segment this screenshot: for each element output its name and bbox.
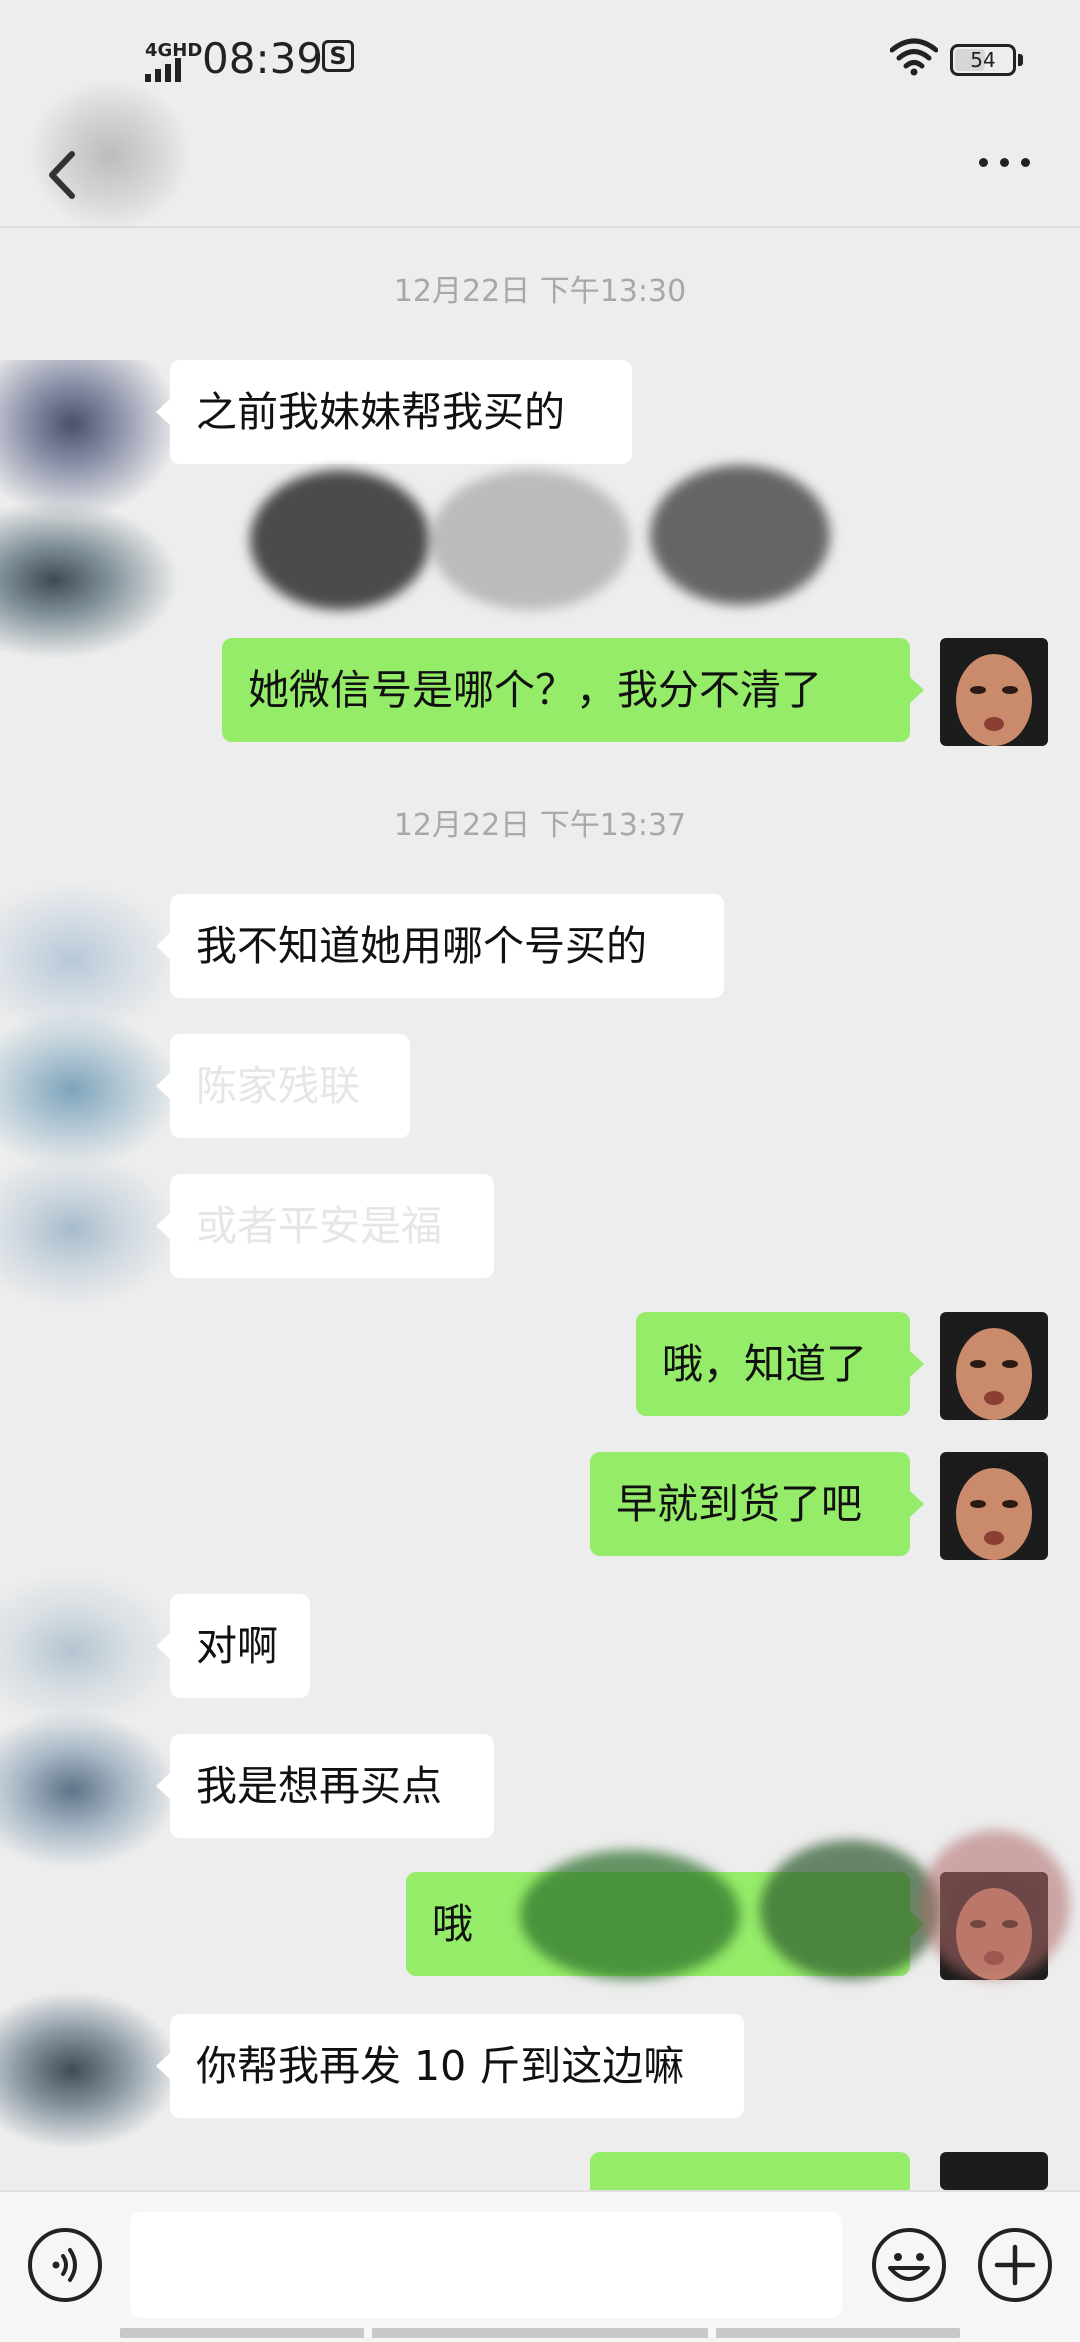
redaction-scribble xyxy=(650,465,830,605)
message-bubble-outgoing-partial[interactable] xyxy=(590,2152,924,2218)
contact-avatar[interactable] xyxy=(0,1710,180,1870)
message-bubble-outgoing[interactable]: 她微信号是哪个？，我分不清了 xyxy=(222,638,924,742)
contact-avatar[interactable] xyxy=(0,360,180,520)
message-bubble-incoming[interactable]: 之前我妹妹帮我买的 xyxy=(156,360,632,464)
message-bubble-incoming[interactable]: 你帮我再发 10 斤到这边嘛 xyxy=(156,2014,744,2118)
my-avatar[interactable] xyxy=(940,1452,1048,1560)
message-bubble-incoming[interactable]: 陈家残联 xyxy=(156,1034,410,1138)
message-bubble-incoming[interactable]: 对啊 xyxy=(156,1594,310,1698)
message-bubble-incoming[interactable]: 我是想再买点 xyxy=(156,1734,494,1838)
plus-icon[interactable] xyxy=(978,2228,1052,2302)
message-input[interactable] xyxy=(130,2212,842,2318)
chat-timestamp: 12月22日 下午13:30 xyxy=(393,274,687,309)
wifi-icon xyxy=(890,38,938,76)
emoji-icon[interactable] xyxy=(872,2228,946,2302)
more-dots-icon[interactable] xyxy=(975,146,1035,176)
contact-avatar[interactable] xyxy=(0,500,180,660)
redaction-scribble xyxy=(920,1830,1070,1980)
chevron-left-icon[interactable] xyxy=(30,140,100,210)
redaction-scribble xyxy=(430,470,630,610)
message-bubble-incoming[interactable]: 我不知道她用哪个号买的 xyxy=(156,894,724,998)
status-time: 08:39 xyxy=(202,34,324,83)
contact-avatar[interactable] xyxy=(0,1010,180,1170)
redaction-scribble xyxy=(520,1850,740,1980)
message-bubble-outgoing[interactable]: 哦，知道了 xyxy=(636,1312,924,1416)
navigation-bar xyxy=(0,2328,1080,2340)
battery-tip xyxy=(1018,54,1023,66)
contact-avatar[interactable] xyxy=(0,1990,180,2150)
my-avatar[interactable] xyxy=(940,1312,1048,1420)
my-avatar[interactable] xyxy=(940,2152,1048,2190)
contact-avatar[interactable] xyxy=(0,1570,180,1730)
redaction-scribble xyxy=(250,470,430,610)
notification-icon: S xyxy=(322,40,354,72)
message-bubble-outgoing[interactable]: 早就到货了吧 xyxy=(590,1452,924,1556)
signal-icon xyxy=(145,58,189,82)
my-avatar[interactable] xyxy=(940,638,1048,746)
chat-timestamp: 12月22日 下午13:37 xyxy=(393,808,687,843)
battery-icon: 54 xyxy=(950,44,1016,76)
battery-level: 54 xyxy=(970,48,996,72)
contact-avatar[interactable] xyxy=(0,1150,180,1310)
message-bubble-incoming[interactable]: 或者平安是福 xyxy=(156,1174,494,1278)
redaction-scribble xyxy=(760,1840,940,1980)
voice-icon[interactable] xyxy=(28,2228,102,2302)
